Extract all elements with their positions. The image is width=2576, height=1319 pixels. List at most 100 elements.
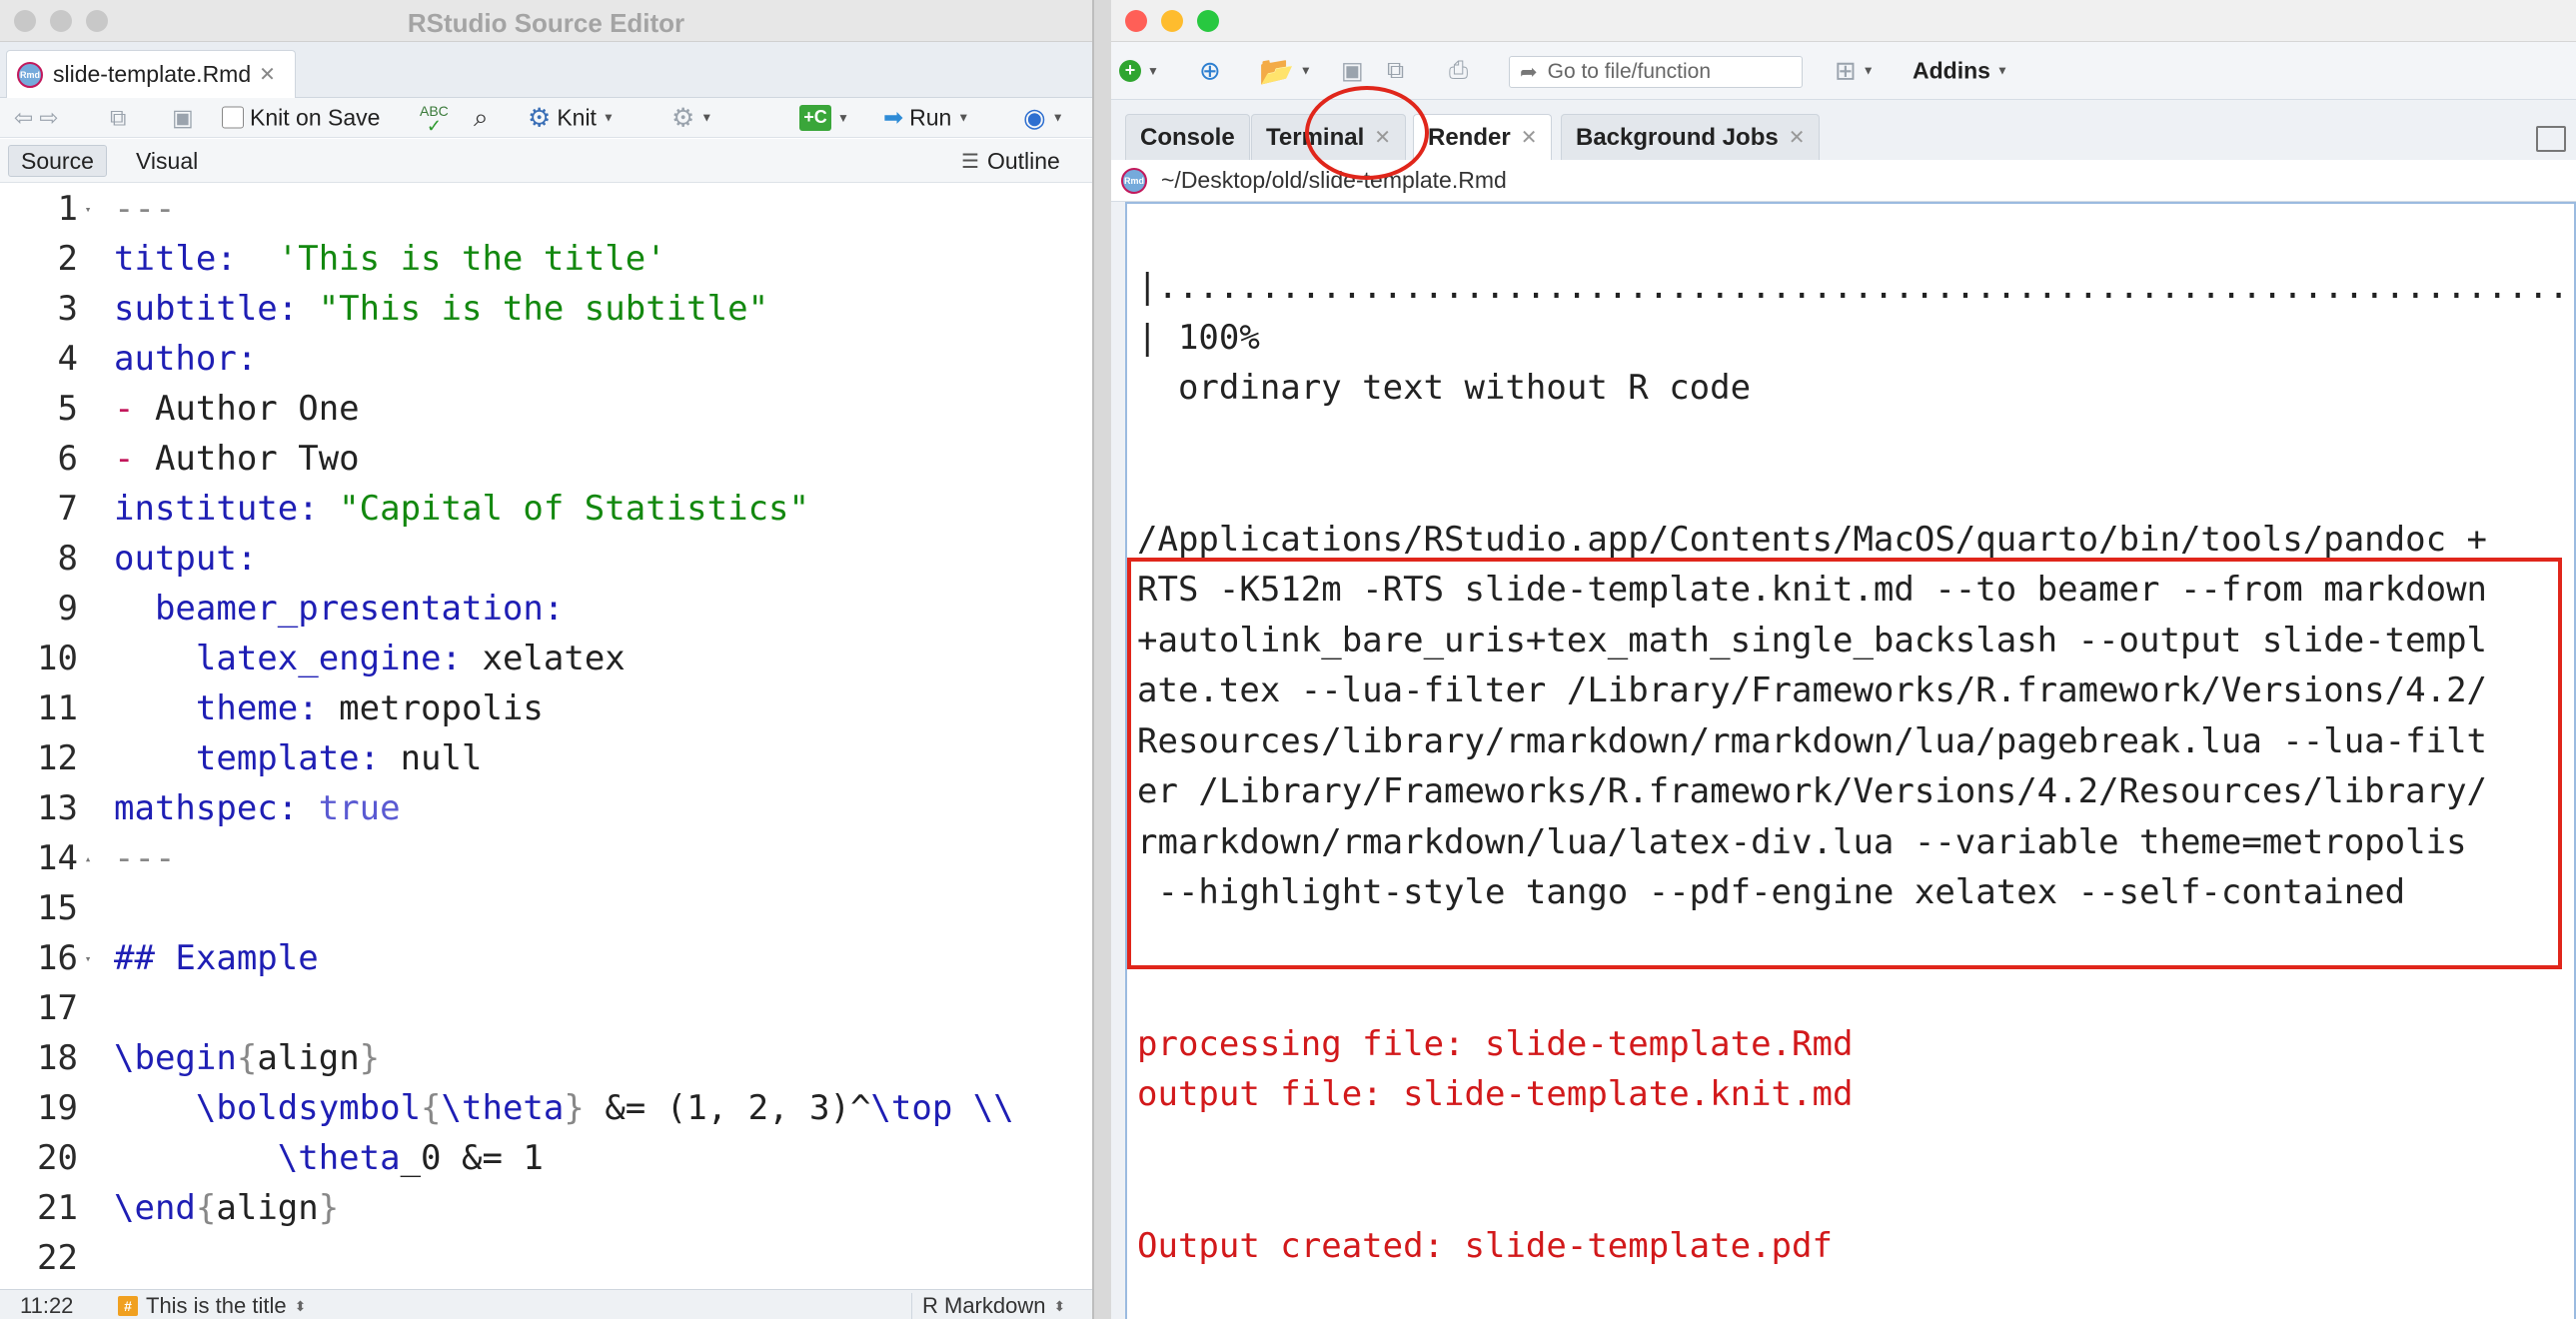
close-tab-icon[interactable]: ✕: [259, 62, 276, 87]
code-line[interactable]: 3 subtitle: "This is the subtitle": [0, 284, 1092, 334]
fold-marker[interactable]: ▾: [82, 952, 94, 965]
code-line[interactable]: 17: [0, 983, 1092, 1033]
outline-label: Outline: [986, 147, 1060, 174]
open-file-button[interactable]: 📂 ▼: [1259, 54, 1312, 87]
code-line[interactable]: 7 institute: "Capital of Statistics": [0, 484, 1092, 534]
code-text: ## Example: [94, 938, 319, 978]
outline-button[interactable]: ☰ Outline: [949, 145, 1072, 177]
print-icon[interactable]: ⎙: [1449, 57, 1468, 85]
close-tab-icon[interactable]: ✕: [1521, 125, 1538, 150]
code-line[interactable]: 9 beamer_presentation:: [0, 584, 1092, 634]
code-line[interactable]: 18 \begin{align}: [0, 1033, 1092, 1083]
run-button[interactable]: ➡ Run ▼: [883, 103, 969, 132]
code-text: title: 'This is the title': [94, 239, 666, 279]
code-line[interactable]: 13 mathspec: true: [0, 783, 1092, 833]
code-token: Author Two: [134, 439, 360, 479]
code-line[interactable]: 4 author:: [0, 334, 1092, 384]
settings-gear-icon[interactable]: ⚙ ▼: [671, 102, 712, 133]
window-title: RStudio Source Editor: [407, 8, 685, 38]
code-line[interactable]: 20 \theta_0 &= 1: [0, 1133, 1092, 1183]
chevron-down-icon: ▼: [1862, 63, 1875, 78]
close-window-button[interactable]: [1125, 9, 1147, 32]
code-line[interactable]: 14 ▴ ---: [0, 833, 1092, 883]
code-text: - Author Two: [94, 439, 360, 479]
addins-menu[interactable]: Addins ▼: [1913, 57, 2008, 84]
run-arrow-icon: ➡: [883, 104, 904, 131]
code-text: mathspec: true: [94, 788, 401, 828]
code-token: align: [216, 1188, 319, 1228]
save-icon[interactable]: ▣: [1341, 56, 1364, 85]
code-token: \theta: [114, 1138, 401, 1178]
code-text: template: null: [94, 738, 483, 778]
visual-mode-button[interactable]: Visual: [124, 145, 210, 177]
knit-on-save-checkbox[interactable]: [222, 106, 244, 129]
tab-console[interactable]: Console: [1125, 114, 1250, 160]
publish-icon[interactable]: ◉ ▼: [1023, 102, 1064, 133]
save-all-icon[interactable]: ⧉: [1387, 57, 1404, 85]
code-line[interactable]: 12 template: null: [0, 733, 1092, 783]
line-number: 21: [37, 1188, 78, 1228]
zoom-window-button[interactable]: [1197, 9, 1219, 32]
code-line[interactable]: 21 \end{align}: [0, 1183, 1092, 1233]
code-token: title:: [114, 239, 237, 279]
line-number: 15: [37, 888, 78, 928]
code-token: -: [114, 389, 135, 429]
tab-background-jobs[interactable]: Background Jobs ✕: [1561, 114, 1821, 160]
close-tab-icon[interactable]: ✕: [1789, 125, 1806, 150]
code-line[interactable]: 16 ▾ ## Example: [0, 933, 1092, 983]
console-line: | 100%: [1137, 317, 1260, 358]
new-file-button[interactable]: + ▼: [1119, 59, 1159, 82]
fold-marker[interactable]: ▴: [82, 852, 94, 865]
code-line[interactable]: 5- Author One: [0, 384, 1092, 434]
code-token: metropolis: [318, 688, 544, 728]
fold-marker[interactable]: ▾: [82, 203, 94, 216]
back-forward-icons[interactable]: ⇦ ⇨: [14, 104, 59, 131]
code-line[interactable]: 19 \boldsymbol{\theta} &= (1, 2, 3)^\top…: [0, 1083, 1092, 1133]
knit-on-save-toggle[interactable]: Knit on Save: [222, 104, 380, 131]
source-mode-button[interactable]: Source: [8, 145, 107, 177]
knit-label: Knit: [557, 104, 597, 130]
back-icon[interactable]: ⇦: [14, 104, 33, 131]
code-line[interactable]: 1 ▾ ---: [0, 184, 1092, 234]
window-gap: [1094, 0, 1111, 1319]
new-project-icon[interactable]: ⊕: [1199, 55, 1221, 86]
search-icon[interactable]: ⌕: [474, 102, 489, 134]
run-label: Run: [909, 104, 952, 130]
addins-label: Addins: [1913, 57, 1990, 83]
code-text: ---: [94, 838, 175, 878]
code-text: \end{align}: [94, 1188, 339, 1228]
annotation-circle: [1305, 86, 1429, 180]
code-token: "This is the subtitle": [298, 289, 769, 329]
code-text: theme: metropolis: [94, 688, 544, 728]
insert-chunk-button[interactable]: +C ▼: [799, 104, 849, 131]
code-line[interactable]: 2 title: 'This is the title': [0, 234, 1092, 284]
code-line[interactable]: 15: [0, 883, 1092, 933]
console-line: ate.tex --lua-filter /Library/Frameworks…: [1137, 670, 2488, 710]
code-line[interactable]: 8 output:: [0, 534, 1092, 584]
save-icon[interactable]: ▣: [172, 104, 194, 131]
code-token: latex_engine:: [114, 639, 462, 678]
code-line[interactable]: 11 theme: metropolis: [0, 683, 1092, 733]
show-in-window-icon[interactable]: ⧉: [110, 104, 126, 131]
code-line[interactable]: 10 latex_engine: xelatex: [0, 634, 1092, 683]
code-editor[interactable]: 1 ▾ --- 2 title: 'This is the title' 3 subtitl…: [0, 184, 1092, 1289]
file-tab[interactable]: Rmd slide-template.Rmd ✕: [6, 50, 296, 98]
grid-layout-icon[interactable]: ⊞ ▼: [1835, 55, 1875, 86]
code-line[interactable]: 6- Author Two: [0, 434, 1092, 484]
forward-icon[interactable]: ⇨: [39, 104, 58, 131]
filetype-selector[interactable]: R Markdown ⬍: [911, 1293, 1065, 1319]
spellcheck-icon[interactable]: ABC ✓: [420, 103, 449, 135]
minimize-window-button[interactable]: [1161, 9, 1183, 32]
render-output[interactable]: |.......................................…: [1125, 202, 2576, 1319]
maximize-pane-icon[interactable]: [2536, 126, 2566, 152]
knit-button[interactable]: ⚙ Knit ▼: [528, 102, 615, 133]
tab-render[interactable]: Render ✕: [1413, 114, 1553, 160]
code-token: {: [421, 1088, 442, 1128]
section-navigator[interactable]: # This is the title ⬍: [118, 1293, 306, 1319]
code-text: subtitle: "This is the subtitle": [94, 289, 768, 329]
code-text: \boldsymbol{\theta} &= (1, 2, 3)^\top \\: [94, 1088, 1014, 1128]
code-text: \theta_0 &= 1: [94, 1138, 544, 1178]
goto-file-function-input[interactable]: ➦ Go to file/function: [1509, 56, 1803, 88]
code-line[interactable]: 22: [0, 1233, 1092, 1283]
code-token: beamer_presentation:: [114, 589, 565, 629]
